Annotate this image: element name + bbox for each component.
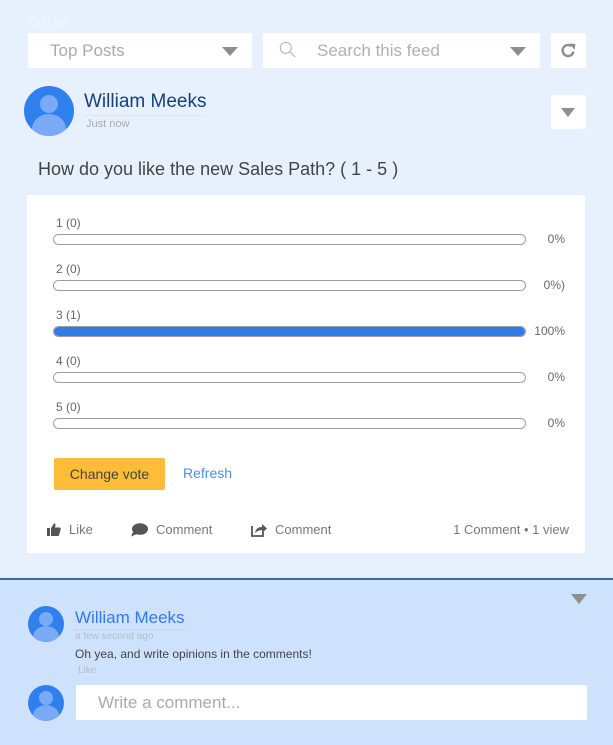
chevron-down-icon[interactable]	[510, 47, 526, 56]
share-button[interactable]: Comment	[251, 522, 331, 537]
poll-card: 1 (0) 0% 2 (0) 0%) 3 (1) 100% 4 (0) 0% 5 (0) 0% C…	[27, 195, 585, 553]
poll-option-bar-fill	[54, 327, 525, 336]
chevron-down-icon	[561, 108, 575, 117]
poll-option-label: 2 (0)	[56, 262, 81, 276]
search-placeholder: Search this feed	[317, 41, 440, 60]
refresh-icon	[561, 43, 576, 58]
share-label: Comment	[275, 522, 332, 537]
comment-text: Oh yea, and write opinions in the commen…	[75, 647, 312, 661]
share-icon	[251, 523, 267, 537]
change-vote-button[interactable]: Change vote	[54, 458, 165, 490]
author-avatar[interactable]	[24, 86, 74, 136]
poll-option-bar	[53, 326, 526, 337]
poll-option-bar	[53, 280, 526, 291]
comments-section: William Meeks a few second ago Oh yea, a…	[0, 578, 613, 745]
comment-timestamp: a few second ago	[75, 631, 154, 642]
poll-option-label: 3 (1)	[56, 308, 81, 322]
poll-option-bar	[53, 418, 526, 429]
poll-option-label: 5 (0)	[56, 400, 81, 414]
search-icon	[279, 41, 296, 58]
poll-option-percent: 0%	[547, 416, 565, 430]
comment-menu-chevron-icon[interactable]	[571, 594, 587, 604]
poll-option-percent: 0%	[547, 232, 565, 246]
comment-input[interactable]	[76, 685, 587, 720]
poll-option-percent: 0%	[547, 370, 565, 384]
comment-author-name[interactable]: William Meeks	[75, 608, 185, 630]
poll-option-percent: 0%)	[543, 278, 565, 292]
comment-button[interactable]: Comment	[131, 522, 212, 537]
current-user-avatar	[28, 685, 64, 721]
sort-by-label: Sort by	[29, 14, 68, 28]
sort-select-value: Top Posts	[50, 41, 125, 60]
poll-option-label: 4 (0)	[56, 354, 81, 368]
comment-label: Comment	[156, 522, 213, 537]
speech-bubble-icon	[131, 522, 148, 536]
poll-question: How do you like the new Sales Path? ( 1 …	[38, 159, 399, 179]
poll-option-label: 1 (0)	[56, 216, 81, 230]
sort-select[interactable]: Top Posts	[28, 33, 252, 68]
poll-option-percent: 100%	[534, 324, 565, 338]
poll-option-bar	[53, 234, 526, 245]
post-stats: 1 Comment • 1 view	[453, 522, 569, 537]
poll-option-bar	[53, 372, 526, 383]
refresh-feed-button[interactable]	[551, 33, 586, 68]
like-button[interactable]: Like	[47, 522, 93, 537]
search-input[interactable]: Search this feed	[263, 33, 540, 68]
comment-like-link[interactable]: Like	[78, 665, 96, 676]
chevron-down-icon	[222, 47, 238, 56]
refresh-link[interactable]: Refresh	[183, 465, 232, 481]
post-author-name[interactable]: William Meeks	[84, 91, 207, 116]
post-menu-button[interactable]	[551, 95, 586, 129]
like-label: Like	[69, 522, 93, 537]
post-timestamp: Just now	[86, 118, 130, 130]
commenter-avatar[interactable]	[28, 606, 64, 642]
thumbs-up-icon	[47, 523, 61, 536]
